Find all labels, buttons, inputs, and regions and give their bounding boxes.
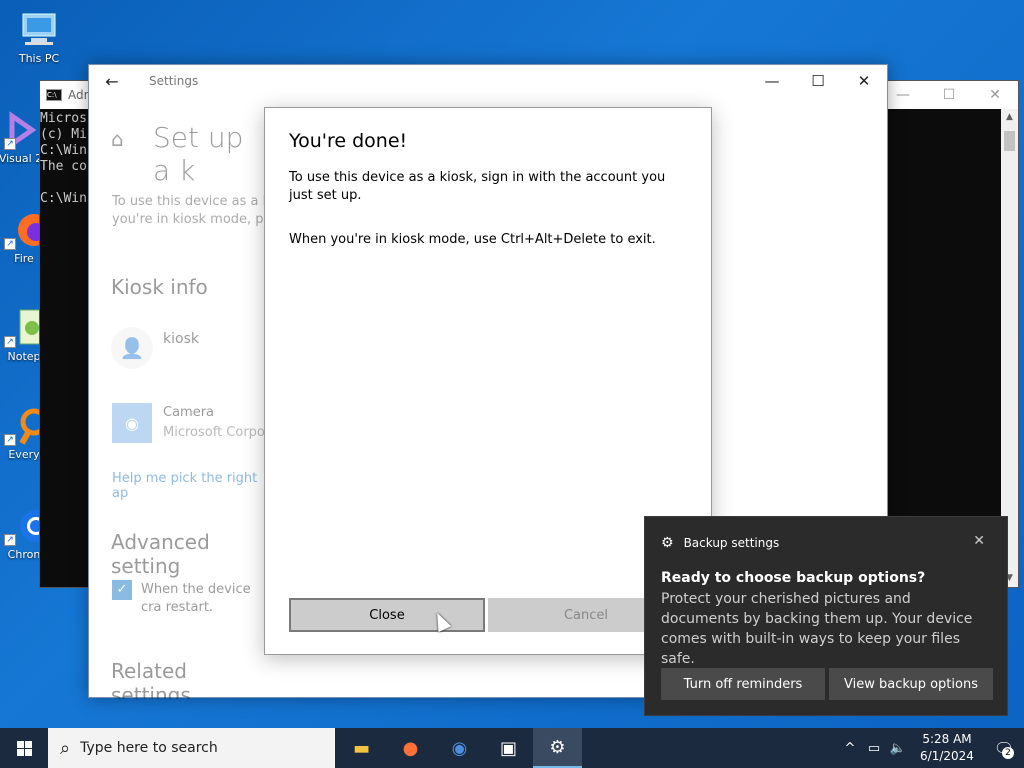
settings-content: ⌂ Set up a k To use this device as a ki … [89,65,265,699]
gear-icon: ⚙ [661,535,674,551]
action-center-icon[interactable]: 🗨2 [984,739,1024,759]
desktop-icon-this-pc[interactable]: This PC [1,10,77,65]
volume-muted-icon[interactable]: 🔈 [886,741,910,756]
firefox-taskbar-icon[interactable]: ● [386,728,435,768]
shortcut-arrow-icon: ↗ [4,336,16,348]
advanced-settings-heading: Advanced setting [111,530,210,578]
file-explorer-icon[interactable]: ▬ [337,728,386,768]
cmd-title: Adr [68,88,89,102]
taskbar-search-box[interactable]: ⌕ Type here to search [48,728,335,768]
taskbar: ⌕ Type here to search ▬ ● ◉ ▣ ⚙ ^ ▭ 🔈 5:… [0,728,1024,768]
camera-app-icon: ◉ [112,403,152,443]
close-button[interactable]: Close [289,598,485,632]
shortcut-arrow-icon: ↗ [4,238,16,250]
scrollbar-thumb[interactable] [1004,131,1015,151]
backup-notification-toast[interactable]: ⚙ Backup settings ✕ Ready to choose back… [644,516,1008,716]
notification-count-badge: 2 [1002,746,1014,759]
network-icon[interactable]: ▭ [862,741,886,756]
toast-close-icon[interactable]: ✕ [973,533,985,549]
clock-date: 6/1/2024 [920,749,974,763]
search-placeholder: Type here to search [80,740,218,756]
dialog-message: To use this device as a kiosk, sign in w… [289,170,666,203]
search-icon: ⌕ [60,737,71,759]
close-window-button[interactable]: ✕ [841,65,887,97]
kiosk-info-heading: Kiosk info [111,275,208,299]
page-title: Set up a k [153,121,244,187]
toast-app-name: Backup settings [683,536,780,550]
clock-time: 5:28 AM [922,732,972,746]
maximize-button[interactable]: ☐ [795,65,841,97]
shortcut-arrow-icon: ↗ [4,138,16,150]
turn-off-reminders-button[interactable]: Turn off reminders [661,668,825,700]
windows-logo-icon [16,740,32,756]
app-name[interactable]: Camera [163,405,214,420]
desktop-icon-label: This PC [18,52,60,65]
start-button[interactable] [0,728,48,768]
taskbar-clock[interactable]: 5:28 AM 6/1/2024 [910,731,984,765]
shortcut-arrow-icon: ↗ [4,434,16,446]
restart-checkbox-label: When the device cra restart. [141,582,251,615]
toast-body: Protect your cherished pictures and docu… [661,591,973,667]
intro-text: To use this device as a ki you're in kio… [112,194,265,227]
cmd-close-button[interactable]: ✕ [972,81,1018,109]
dialog-title: You're done! [289,130,408,152]
scroll-up-icon[interactable]: ▲ [1001,109,1018,126]
computer-icon [17,10,61,50]
user-avatar-icon: 👤 [111,327,153,369]
cmd-maximize-button[interactable]: ☐ [926,81,972,109]
minimize-button[interactable]: — [749,65,795,97]
toast-title: Ready to choose backup options? [661,570,926,586]
terminal-taskbar-icon[interactable]: ▣ [484,728,533,768]
related-settings-heading: Related settings [111,659,191,699]
chevron-up-icon[interactable]: ^ [838,741,862,756]
chrome-taskbar-icon[interactable]: ◉ [435,728,484,768]
home-icon[interactable]: ⌂ [111,127,124,151]
cmd-icon: C:\ [46,89,62,101]
dialog-exit-instructions: When you're in kiosk mode, use Ctrl+Alt+… [289,232,656,247]
account-name[interactable]: kiosk [163,331,199,347]
restart-checkbox[interactable]: ✓ [112,580,132,600]
shortcut-arrow-icon: ↗ [4,534,16,546]
help-pick-app-link[interactable]: Help me pick the right ap [112,471,265,501]
settings-taskbar-icon[interactable]: ⚙ [533,728,582,768]
app-publisher: Microsoft Corpo [163,425,265,440]
view-backup-options-button[interactable]: View backup options [829,668,993,700]
